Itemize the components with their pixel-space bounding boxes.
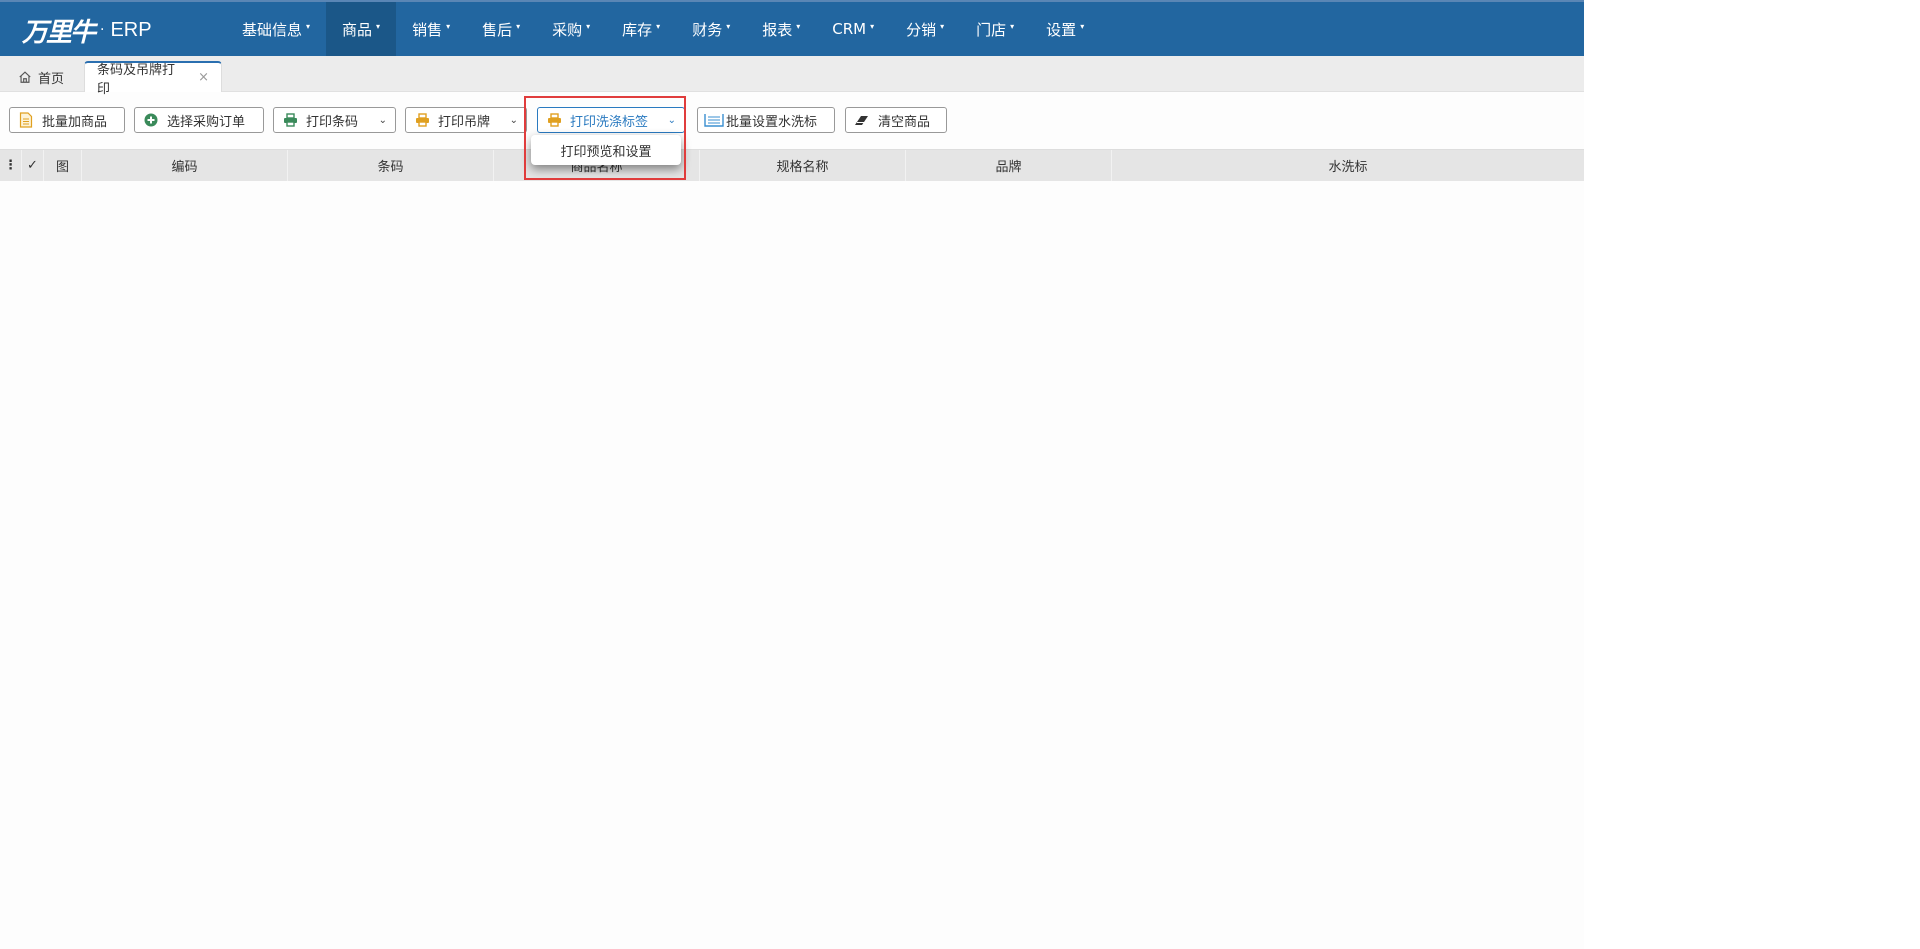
menu-item-print-preview-settings[interactable]: 打印预览和设置 (560, 141, 651, 160)
button-label: 批量加商品 (42, 114, 108, 130)
home-icon (19, 71, 31, 83)
column-header-wash-label[interactable]: 水洗标 (1112, 150, 1584, 181)
nav-label: 财务 (692, 20, 723, 39)
wash-label-icon (704, 112, 724, 128)
chevron-down-icon: ▾ (796, 21, 801, 31)
chevron-down-icon[interactable]: ⌄ (500, 115, 518, 126)
nav-item-products[interactable]: 商品 ▾ (326, 2, 397, 56)
column-header-barcode[interactable]: 条码 (288, 150, 494, 181)
nav-item-inventory[interactable]: 库存 ▾ (606, 2, 676, 56)
nav-label: 库存 (622, 20, 653, 39)
close-icon[interactable]: × (198, 70, 209, 85)
chevron-down-icon: ▾ (1080, 21, 1085, 31)
nav-label: 报表 (762, 20, 793, 39)
chevron-down-icon: ▾ (586, 21, 591, 31)
nav-item-sales[interactable]: 销售 ▾ (396, 2, 466, 56)
toolbar: 批量加商品 选择采购订单 打印条码 ⌄ 打印吊牌 ⌄ 打印洗涤标签 ⌄ 批量设置… (0, 92, 1584, 148)
main-nav: 基础信息 ▾ 商品 ▾ 销售 ▾ 售后 ▾ 采购 ▾ 库存 ▾ 财务 ▾ 报表 ▾ CRM ▾ 分… (226, 2, 1100, 56)
column-menu-icon[interactable]: ⋮ (0, 150, 22, 181)
nav-label: 门店 (976, 20, 1007, 39)
printer-icon (282, 112, 298, 128)
tab-barcode-tag-print[interactable]: 条码及吊牌打印 × (84, 61, 222, 97)
eraser-icon (854, 112, 870, 128)
nav-label: 商品 (342, 20, 373, 39)
nav-label: 分销 (906, 20, 937, 39)
chevron-down-icon: ▾ (1010, 21, 1015, 31)
chevron-down-icon: ▾ (376, 21, 381, 31)
print-barcode-button[interactable]: 打印条码 ⌄ (273, 107, 396, 133)
nav-item-crm[interactable]: CRM ▾ (816, 2, 890, 56)
column-header-image[interactable]: 图 (44, 150, 82, 181)
nav-item-finance[interactable]: 财务 ▾ (676, 2, 746, 56)
logo-separator: · (100, 22, 105, 38)
button-label: 打印吊牌 (438, 114, 491, 130)
print-tag-button[interactable]: 打印吊牌 ⌄ (405, 107, 527, 133)
column-header-code[interactable]: 编码 (82, 150, 288, 181)
chevron-down-icon: ▾ (446, 21, 451, 31)
chevron-down-icon: ▾ (940, 21, 945, 31)
nav-label: 设置 (1046, 20, 1077, 39)
nav-item-after-sales[interactable]: 售后 ▾ (466, 2, 536, 56)
nav-item-distribution[interactable]: 分销 ▾ (890, 2, 960, 56)
button-label: 选择采购订单 (167, 114, 246, 130)
nav-item-settings[interactable]: 设置 ▾ (1030, 2, 1100, 56)
button-label: 打印洗涤标签 (570, 114, 649, 130)
tab-home[interactable]: 首页 (8, 62, 74, 92)
print-wash-label-dropdown: 打印预览和设置 (531, 135, 681, 165)
logo-product: ERP (110, 18, 152, 41)
nav-item-purchase[interactable]: 采购 ▾ (536, 2, 606, 56)
nav-label: CRM (832, 20, 867, 38)
chevron-down-icon[interactable]: ⌄ (658, 115, 676, 126)
top-nav-bar: 万里牛 · ERP 基础信息 ▾ 商品 ▾ 销售 ▾ 售后 ▾ 采购 ▾ 库存 ▾ 财务 ▾ … (0, 0, 1584, 56)
button-label: 清空商品 (878, 114, 931, 130)
nav-item-basic-info[interactable]: 基础信息 ▾ (226, 2, 326, 56)
grid-header: ⋮ ✓ 图 编码 条码 商品名称 规格名称 品牌 水洗标 (0, 149, 1584, 181)
select-all-checkbox[interactable]: ✓ (22, 150, 44, 181)
nav-item-reports[interactable]: 报表 ▾ (746, 2, 816, 56)
nav-label: 售后 (482, 20, 513, 39)
tab-home-label: 首页 (38, 71, 65, 87)
chevron-down-icon[interactable]: ⌄ (369, 115, 387, 126)
tab-bar: 首页 条码及吊牌打印 × (0, 56, 1584, 97)
column-header-spec-name[interactable]: 规格名称 (700, 150, 906, 181)
clear-products-button[interactable]: 清空商品 (845, 107, 947, 133)
nav-item-stores[interactable]: 门店 ▾ (960, 2, 1030, 56)
button-label: 批量设置水洗标 (726, 114, 818, 130)
column-header-brand[interactable]: 品牌 (906, 150, 1112, 181)
nav-label: 基础信息 (242, 20, 303, 39)
button-label: 打印条码 (306, 114, 359, 130)
select-purchase-order-button[interactable]: 选择采购订单 (134, 107, 264, 133)
chevron-down-icon: ▾ (306, 21, 311, 31)
batch-set-wash-label-button[interactable]: 批量设置水洗标 (697, 107, 835, 133)
chevron-down-icon: ▾ (516, 21, 521, 31)
plus-circle-icon (143, 112, 159, 128)
tab-label: 条码及吊牌打印 (97, 62, 176, 97)
printer-icon (546, 112, 562, 128)
chevron-down-icon: ▾ (870, 21, 875, 31)
document-icon (18, 112, 34, 128)
app: 万里牛 · ERP 基础信息 ▾ 商品 ▾ 销售 ▾ 售后 ▾ 采购 ▾ 库存 ▾ 财务 ▾ … (0, 0, 1584, 949)
nav-label: 采购 (552, 20, 583, 39)
print-wash-label-button[interactable]: 打印洗涤标签 ⌄ (537, 107, 685, 133)
logo-mark: 万里牛 (22, 17, 96, 48)
batch-add-products-button[interactable]: 批量加商品 (9, 107, 125, 133)
printer-icon (414, 112, 430, 128)
chevron-down-icon: ▾ (656, 21, 661, 31)
chevron-down-icon: ▾ (726, 21, 731, 31)
nav-label: 销售 (412, 20, 443, 39)
logo[interactable]: 万里牛 · ERP (22, 10, 152, 50)
